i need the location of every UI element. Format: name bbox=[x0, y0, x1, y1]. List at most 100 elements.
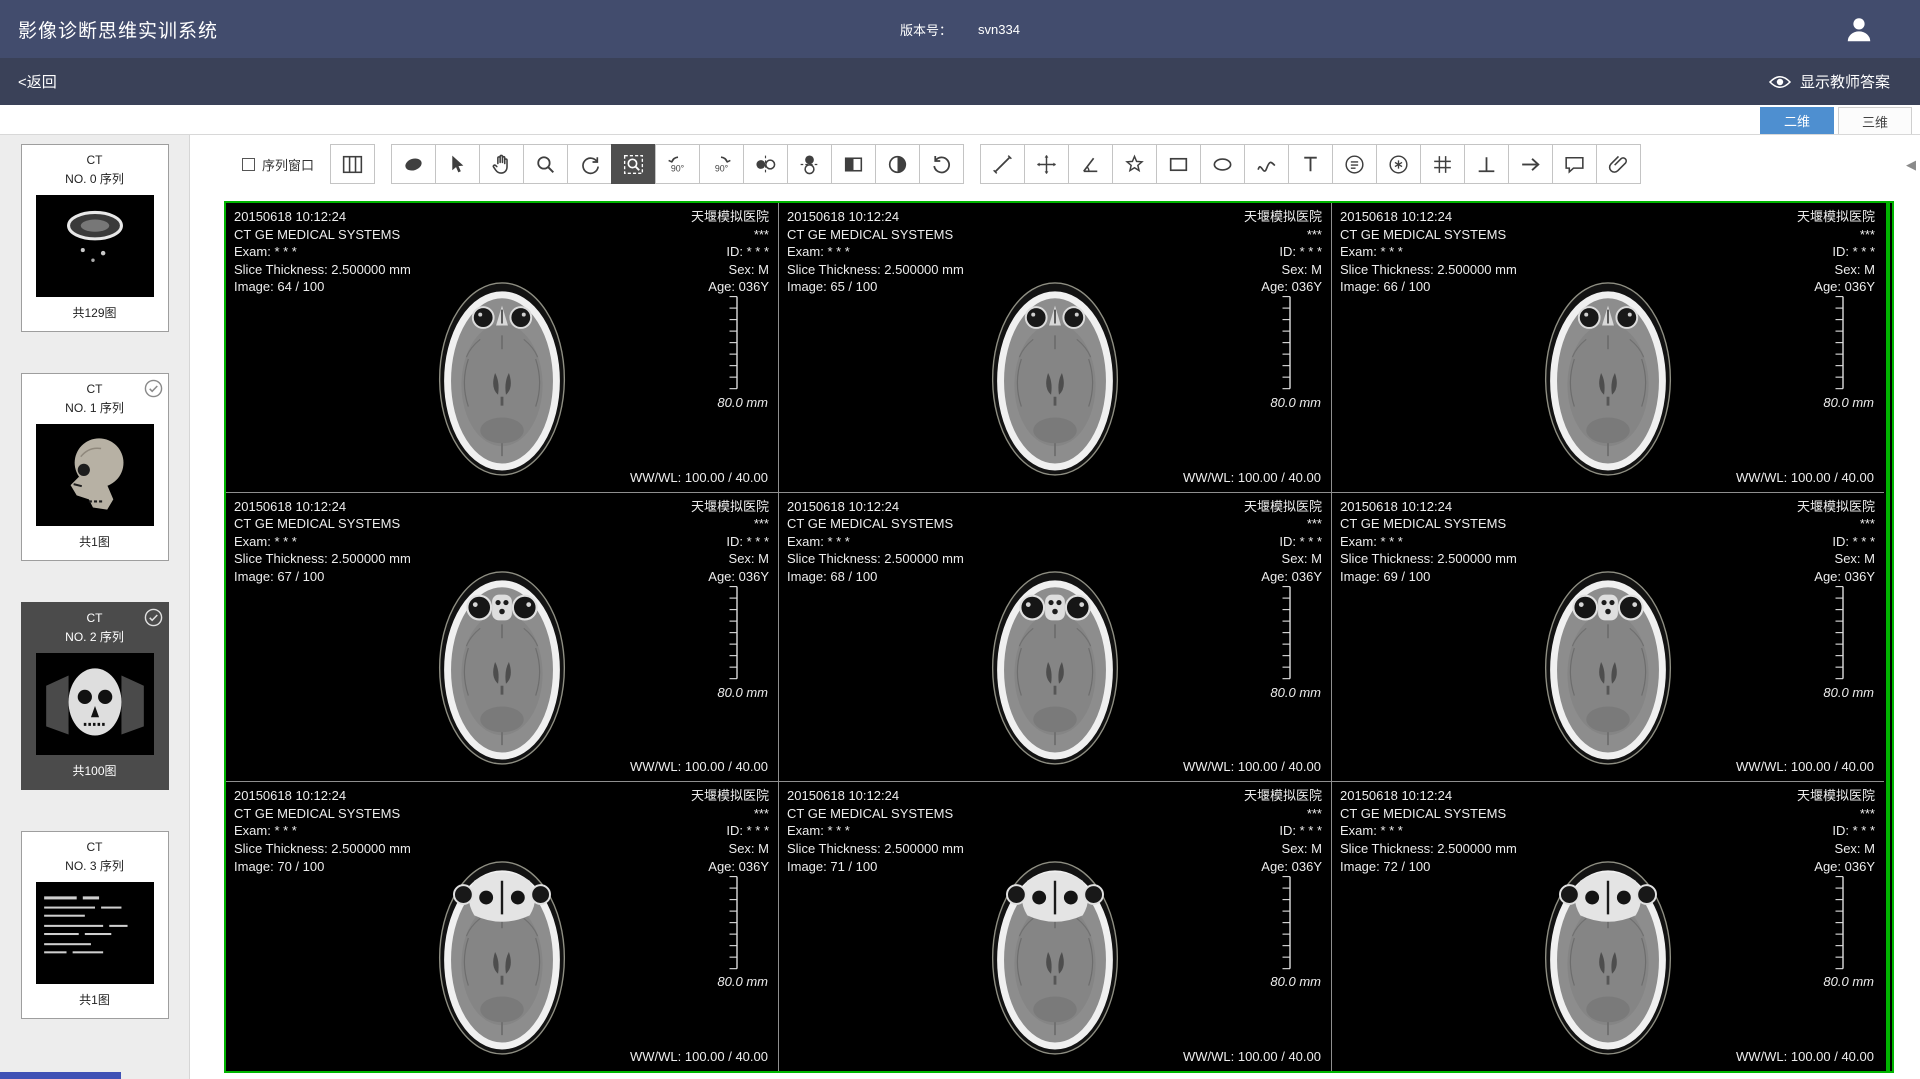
rect-zoom-tool[interactable] bbox=[611, 144, 656, 184]
viewer-panel: 序列窗口 ◀ 20150618 10:12:24CT GE MEDICAL SY… bbox=[190, 135, 1920, 1079]
cell-image-index: Image: 72 / 100 bbox=[1340, 858, 1517, 876]
cell-device: CT GE MEDICAL SYSTEMS bbox=[234, 805, 411, 823]
rect-roi-tool[interactable] bbox=[1156, 144, 1201, 184]
flip-horizontal-tool[interactable] bbox=[743, 144, 788, 184]
invert-tool[interactable] bbox=[831, 144, 876, 184]
rotate-right-90-tool[interactable] bbox=[699, 144, 744, 184]
show-teacher-answer-button[interactable]: 显示教师答案 bbox=[1768, 71, 1890, 92]
overlay-top-left: 20150618 10:12:24CT GE MEDICAL SYSTEMSEx… bbox=[787, 498, 964, 586]
arrow-annotation-tool[interactable] bbox=[1508, 144, 1553, 184]
viewport-cell-4[interactable]: 20150618 10:12:24CT GE MEDICAL SYSTEMSEx… bbox=[779, 493, 1331, 782]
overlay-top-left: 20150618 10:12:24CT GE MEDICAL SYSTEMSEx… bbox=[1340, 498, 1517, 586]
tab-2d[interactable]: 二维 bbox=[1760, 107, 1834, 134]
tab-3d[interactable]: 三维 bbox=[1838, 107, 1912, 134]
series-window-toggle[interactable]: 序列窗口 bbox=[242, 155, 314, 174]
viewport-cell-5[interactable]: 20150618 10:12:24CT GE MEDICAL SYSTEMSEx… bbox=[1332, 493, 1884, 782]
series-card-2[interactable]: CTNO. 2 序列共100图 bbox=[21, 602, 169, 790]
scale-ruler-icon bbox=[1279, 295, 1293, 390]
cell-datetime: 20150618 10:12:24 bbox=[787, 208, 964, 226]
series-card-0[interactable]: CTNO. 0 序列共129图 bbox=[21, 144, 169, 332]
ellipse-roi-tool[interactable] bbox=[1200, 144, 1245, 184]
cell-thickness: Slice Thickness: 2.500000 mm bbox=[234, 840, 411, 858]
cell-datetime: 20150618 10:12:24 bbox=[1340, 787, 1517, 805]
scale-label: 80.0 mm bbox=[1270, 974, 1321, 989]
overlay-top-left: 20150618 10:12:24CT GE MEDICAL SYSTEMSEx… bbox=[234, 498, 411, 586]
eye-icon bbox=[1768, 74, 1792, 90]
reset-tool[interactable] bbox=[919, 144, 964, 184]
cell-exam: Exam: * * * bbox=[234, 533, 411, 551]
overlay-top-right: 天堰模拟医院***ID: * * *Sex: MAge: 036Y bbox=[1244, 787, 1322, 875]
cell-masked: *** bbox=[1244, 515, 1322, 533]
viewport-cell-7[interactable]: 20150618 10:12:24CT GE MEDICAL SYSTEMSEx… bbox=[779, 782, 1331, 1071]
perpendicular-measure-tool[interactable] bbox=[1464, 144, 1509, 184]
ct-image bbox=[1529, 563, 1687, 771]
viewport-cell-3[interactable]: 20150618 10:12:24CT GE MEDICAL SYSTEMSEx… bbox=[226, 493, 778, 782]
viewer-scrollbar-thumb[interactable] bbox=[1886, 203, 1890, 1071]
overlay-top-right: 天堰模拟医院***ID: * * *Sex: MAge: 036Y bbox=[1797, 787, 1875, 875]
series-card-3[interactable]: CTNO. 3 序列共1图 bbox=[21, 831, 169, 1019]
ct-image bbox=[976, 274, 1134, 482]
curve-tool[interactable] bbox=[1244, 144, 1289, 184]
list-annotation-tool[interactable] bbox=[1332, 144, 1377, 184]
cell-masked: *** bbox=[1244, 805, 1322, 823]
user-avatar-icon[interactable] bbox=[1844, 14, 1874, 44]
flip-vertical-tool[interactable] bbox=[787, 144, 832, 184]
select-tool[interactable] bbox=[435, 144, 480, 184]
cell-hospital: 天堰模拟医院 bbox=[1244, 787, 1322, 805]
viewer-scrollbar[interactable] bbox=[1884, 203, 1892, 1071]
text-annotation-tool[interactable] bbox=[1288, 144, 1333, 184]
viewer-toolbar: 序列窗口 bbox=[190, 135, 1920, 193]
scale-label: 80.0 mm bbox=[1823, 395, 1874, 410]
cell-device: CT GE MEDICAL SYSTEMS bbox=[787, 515, 964, 533]
cell-sex: Sex: M bbox=[1797, 840, 1875, 858]
pan-tool[interactable] bbox=[479, 144, 524, 184]
cell-image-index: Image: 67 / 100 bbox=[234, 568, 411, 586]
cell-thickness: Slice Thickness: 2.500000 mm bbox=[1340, 840, 1517, 858]
viewport-cell-6[interactable]: 20150618 10:12:24CT GE MEDICAL SYSTEMSEx… bbox=[226, 782, 778, 1071]
window-level-tool[interactable] bbox=[875, 144, 920, 184]
rotate-tool[interactable] bbox=[567, 144, 612, 184]
collapse-panel-icon[interactable]: ◀ bbox=[1906, 157, 1916, 173]
grid-overlay-tool[interactable] bbox=[1420, 144, 1465, 184]
series-window-checkbox[interactable] bbox=[242, 158, 255, 171]
cell-hospital: 天堰模拟医院 bbox=[1797, 498, 1875, 516]
cell-id: ID: * * * bbox=[1797, 243, 1875, 261]
rotate-left-90-tool[interactable] bbox=[655, 144, 700, 184]
cell-wwwl: WW/WL: 100.00 / 40.00 bbox=[1183, 1049, 1321, 1064]
cell-hospital: 天堰模拟医院 bbox=[1797, 208, 1875, 226]
cell-datetime: 20150618 10:12:24 bbox=[787, 498, 964, 516]
cell-exam: Exam: * * * bbox=[1340, 243, 1517, 261]
series-modality: CT bbox=[22, 153, 168, 167]
attachment-tool[interactable] bbox=[1596, 144, 1641, 184]
series-count: 共1图 bbox=[22, 991, 168, 1008]
cell-exam: Exam: * * * bbox=[1340, 822, 1517, 840]
comment-tool[interactable] bbox=[1552, 144, 1597, 184]
viewport-cell-1[interactable]: 20150618 10:12:24CT GE MEDICAL SYSTEMSEx… bbox=[779, 203, 1331, 492]
series-card-1[interactable]: CTNO. 1 序列共1图 bbox=[21, 373, 169, 561]
cell-device: CT GE MEDICAL SYSTEMS bbox=[787, 226, 964, 244]
scale-ruler-icon bbox=[1279, 875, 1293, 970]
viewport-cell-0[interactable]: 20150618 10:12:24CT GE MEDICAL SYSTEMSEx… bbox=[226, 203, 778, 492]
polygon-roi-tool[interactable] bbox=[1112, 144, 1157, 184]
viewport-cell-2[interactable]: 20150618 10:12:24CT GE MEDICAL SYSTEMSEx… bbox=[1332, 203, 1884, 492]
cell-hospital: 天堰模拟医院 bbox=[691, 787, 769, 805]
cross-measure-tool[interactable] bbox=[1024, 144, 1069, 184]
series-thumbnail bbox=[36, 195, 154, 297]
layout-grid-button[interactable] bbox=[330, 144, 375, 184]
shutter-tool[interactable] bbox=[391, 144, 436, 184]
series-name: NO. 2 序列 bbox=[22, 628, 168, 645]
toolbar-group-measure bbox=[980, 144, 1641, 184]
cell-datetime: 20150618 10:12:24 bbox=[234, 498, 411, 516]
point-annotation-tool[interactable] bbox=[1376, 144, 1421, 184]
angle-measure-tool[interactable] bbox=[1068, 144, 1113, 184]
viewport-cell-8[interactable]: 20150618 10:12:24CT GE MEDICAL SYSTEMSEx… bbox=[1332, 782, 1884, 1071]
series-list: CTNO. 0 序列共129图CTNO. 1 序列共1图CTNO. 2 序列共1… bbox=[0, 135, 189, 1019]
series-window-label: 序列窗口 bbox=[262, 155, 314, 174]
zoom-tool[interactable] bbox=[523, 144, 568, 184]
back-button[interactable]: <返回 bbox=[18, 71, 57, 92]
length-measure-tool[interactable] bbox=[980, 144, 1025, 184]
sidebar-scrollbar[interactable] bbox=[0, 1072, 121, 1079]
scale-ruler-icon bbox=[1832, 875, 1846, 970]
scale-ruler-icon bbox=[1279, 585, 1293, 680]
overlay-top-right: 天堰模拟医院***ID: * * *Sex: MAge: 036Y bbox=[691, 208, 769, 296]
